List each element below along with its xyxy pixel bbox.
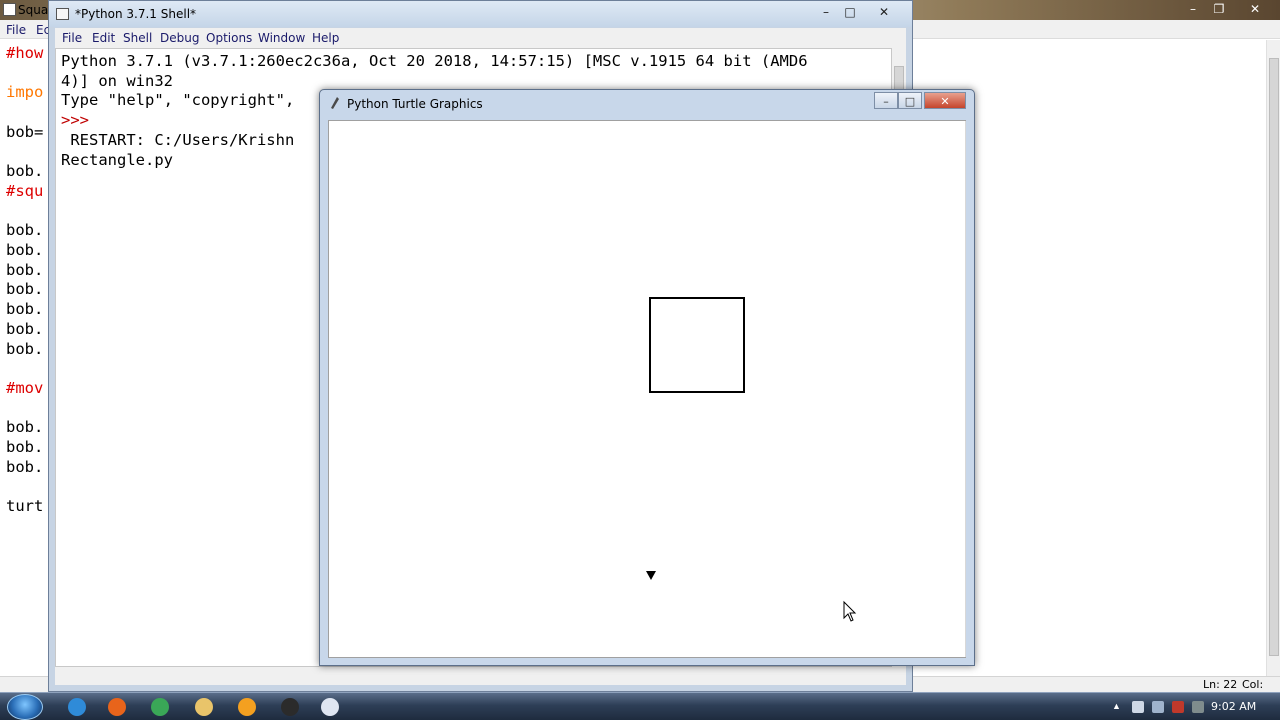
code-line: bob. bbox=[6, 339, 44, 358]
shell-line: Rectangle.py bbox=[61, 150, 173, 169]
canvas-edge bbox=[965, 121, 966, 657]
maximize-icon[interactable]: □ bbox=[898, 92, 922, 109]
code-line: bob. bbox=[6, 438, 44, 456]
code-line: #squ bbox=[6, 181, 44, 200]
turtle-canvas[interactable] bbox=[331, 121, 965, 657]
vertical-scrollbar[interactable] bbox=[1266, 40, 1280, 676]
chrome-icon[interactable] bbox=[143, 696, 177, 718]
minimize-icon[interactable]: – bbox=[813, 3, 839, 21]
firefox-icon[interactable] bbox=[100, 696, 134, 718]
code-line: bob. bbox=[6, 221, 44, 240]
close-icon[interactable]: ✕ bbox=[1242, 1, 1268, 17]
terminal-icon-glyph bbox=[281, 698, 299, 716]
menu-options[interactable]: Options bbox=[206, 31, 252, 45]
code-line: bob= bbox=[6, 122, 44, 141]
shell-titlebar[interactable]: *Python 3.7.1 Shell* – □ ✕ bbox=[49, 1, 912, 27]
idle-icon bbox=[56, 8, 69, 20]
restore-icon[interactable]: ❐ bbox=[1206, 1, 1232, 17]
menu-window[interactable]: Window bbox=[258, 31, 305, 45]
folder-icon-glyph bbox=[195, 698, 213, 716]
code-line: bob. bbox=[6, 162, 44, 181]
menu-edit[interactable]: Edit bbox=[92, 31, 115, 45]
status-bar bbox=[55, 667, 906, 685]
code-line: bob. bbox=[6, 241, 44, 259]
shell-line: Python 3.7.1 (v3.7.1:260ec2c36a, Oct 20 … bbox=[61, 52, 808, 70]
turtle-window: Python Turtle Graphics – □ ✕ bbox=[319, 89, 975, 666]
minimize-icon[interactable]: – bbox=[874, 92, 898, 109]
firefox-icon-glyph bbox=[108, 698, 126, 716]
media-player-icon-glyph bbox=[238, 698, 256, 716]
menu-file[interactable]: File bbox=[6, 23, 26, 37]
code-line: bob. bbox=[6, 319, 44, 338]
status-line: Ln: 22 bbox=[1203, 678, 1238, 691]
menu-file[interactable]: File bbox=[62, 31, 82, 45]
drawn-square bbox=[649, 297, 745, 393]
menu-help[interactable]: Help bbox=[312, 31, 339, 45]
terminal-icon[interactable] bbox=[273, 696, 307, 718]
mouse-pointer-icon bbox=[843, 600, 857, 622]
close-icon[interactable]: ✕ bbox=[924, 92, 966, 109]
menu-debug[interactable]: Debug bbox=[160, 31, 199, 45]
code-line: impo bbox=[6, 83, 44, 102]
shell-menubar: File Edit Shell Debug Options Window Hel… bbox=[55, 28, 906, 48]
editor-title: Squa bbox=[18, 3, 49, 17]
code-line: bob. bbox=[6, 457, 44, 476]
shell-line: RESTART: C:/Users/Krishn bbox=[61, 130, 295, 149]
python-idle-icon[interactable] bbox=[313, 696, 347, 718]
turtle-client-area bbox=[328, 120, 966, 658]
chrome-icon-glyph bbox=[151, 698, 169, 716]
turtle-title: Python Turtle Graphics bbox=[347, 97, 483, 111]
minimize-icon[interactable]: – bbox=[1180, 1, 1206, 17]
shell-line: Type "help", "copyright", bbox=[61, 91, 295, 110]
code-line: bob. bbox=[6, 260, 44, 279]
code-line: bob. bbox=[6, 280, 44, 299]
menu-shell[interactable]: Shell bbox=[123, 31, 152, 45]
taskbar: ▲ 9:02 AM bbox=[0, 692, 1280, 720]
code-line: bob. bbox=[6, 300, 44, 319]
ie-icon-glyph bbox=[68, 698, 86, 716]
ie-icon[interactable] bbox=[60, 696, 94, 718]
file-icon bbox=[3, 3, 16, 16]
code-line: turt bbox=[6, 497, 44, 516]
turtle-titlebar[interactable]: Python Turtle Graphics – □ ✕ bbox=[320, 90, 974, 116]
shell-line: 4)] on win32 bbox=[61, 71, 173, 90]
feather-icon bbox=[331, 97, 339, 109]
scrollbar-thumb[interactable] bbox=[1269, 58, 1279, 656]
close-icon[interactable]: ✕ bbox=[871, 3, 897, 21]
display-icon[interactable] bbox=[1192, 701, 1204, 713]
python-idle-icon-glyph bbox=[321, 698, 339, 716]
code-line: bob. bbox=[6, 418, 44, 437]
code-line: #how bbox=[6, 44, 44, 62]
turtle-cursor-icon bbox=[646, 571, 656, 580]
media-player-icon[interactable] bbox=[230, 696, 264, 718]
clock[interactable]: 9:02 AM bbox=[1211, 700, 1256, 713]
start-button[interactable] bbox=[7, 694, 43, 720]
speaker-icon[interactable] bbox=[1132, 701, 1144, 713]
shell-title: *Python 3.7.1 Shell* bbox=[75, 7, 197, 21]
maximize-icon[interactable]: □ bbox=[837, 3, 863, 21]
tray-expand-icon[interactable]: ▲ bbox=[1112, 701, 1124, 713]
code-line: #mov bbox=[6, 378, 44, 397]
shell-line: >>> bbox=[61, 111, 89, 130]
network-icon[interactable] bbox=[1152, 701, 1164, 713]
action-center-icon[interactable] bbox=[1172, 701, 1184, 713]
folder-icon[interactable] bbox=[187, 696, 221, 718]
